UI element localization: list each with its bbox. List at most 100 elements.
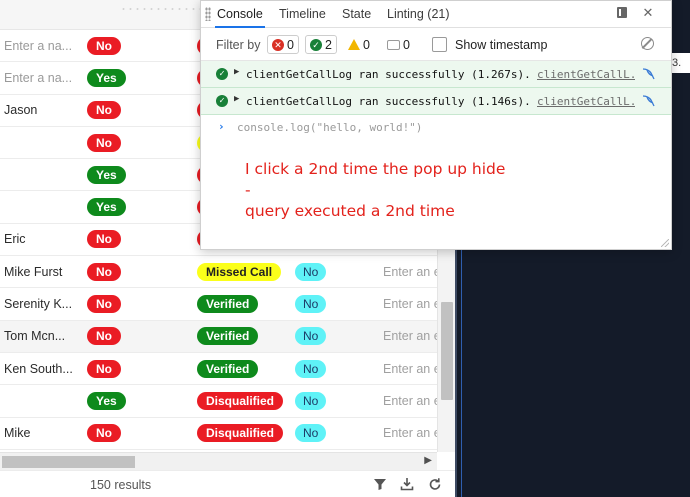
yes-no-cell[interactable]: No bbox=[87, 256, 137, 287]
status-cell[interactable]: Verified bbox=[197, 321, 287, 352]
table-row[interactable]: Mike No Disqualified No Enter an e bbox=[0, 417, 437, 450]
flag-cell[interactable]: No bbox=[295, 321, 355, 352]
yes-no-badge[interactable]: No bbox=[87, 133, 121, 152]
status-cell[interactable]: Verified bbox=[197, 353, 287, 384]
show-timestamp-checkbox[interactable] bbox=[432, 37, 447, 52]
status-badge[interactable]: Missed Call bbox=[197, 262, 282, 281]
status-badge[interactable]: Verified bbox=[197, 295, 259, 314]
yes-no-cell[interactable]: No bbox=[87, 30, 137, 61]
info-filter-button[interactable]: 0 bbox=[382, 35, 415, 54]
yes-no-badge[interactable]: No bbox=[87, 327, 121, 346]
yes-no-cell[interactable]: No bbox=[87, 224, 137, 255]
yes-no-cell[interactable]: Yes bbox=[87, 159, 137, 190]
scroll-right-arrow-icon[interactable]: ▶ bbox=[424, 455, 432, 466]
yes-no-cell[interactable]: No bbox=[87, 418, 137, 449]
extra-input[interactable]: Enter an e bbox=[383, 353, 437, 384]
yes-no-badge[interactable]: No bbox=[87, 230, 121, 249]
yes-no-cell[interactable]: Yes bbox=[87, 62, 137, 93]
yes-no-badge[interactable]: No bbox=[87, 295, 121, 314]
yes-no-badge[interactable]: No bbox=[87, 36, 121, 55]
table-row[interactable]: Tom Mcn... No Verified No Enter an e bbox=[0, 320, 437, 353]
yes-no-cell[interactable]: Yes bbox=[87, 191, 137, 222]
yes-no-cell[interactable]: No bbox=[87, 95, 137, 126]
yes-no-cell[interactable]: No bbox=[87, 353, 137, 384]
success-filter-button[interactable]: ✓ 2 bbox=[305, 35, 337, 54]
status-badge[interactable]: Disqualified bbox=[197, 424, 284, 443]
flag-badge[interactable]: No bbox=[295, 424, 327, 443]
download-icon[interactable] bbox=[400, 477, 416, 493]
flag-badge[interactable]: No bbox=[295, 359, 327, 378]
yes-no-cell[interactable]: No bbox=[87, 127, 137, 158]
filter-label: Filter by bbox=[216, 38, 261, 52]
yes-no-badge[interactable]: No bbox=[87, 424, 121, 443]
query-bird-icon[interactable] bbox=[641, 94, 657, 108]
status-cell[interactable]: Disqualified bbox=[197, 418, 287, 449]
tab-timeline[interactable]: Timeline bbox=[279, 7, 326, 21]
warning-icon bbox=[348, 39, 360, 50]
flag-badge[interactable]: No bbox=[295, 391, 327, 410]
console-input-row[interactable]: › console.log("hello, world!") bbox=[201, 115, 671, 141]
name-input[interactable]: Enter a na... bbox=[4, 30, 76, 61]
docs-icon[interactable] bbox=[615, 6, 629, 20]
expand-caret-icon[interactable]: ▶ bbox=[234, 67, 239, 77]
log-source-link[interactable]: clientGetCallL... bbox=[537, 95, 635, 108]
yes-no-badge[interactable]: Yes bbox=[87, 165, 126, 184]
query-bird-icon[interactable] bbox=[641, 67, 657, 81]
flag-cell[interactable]: No bbox=[295, 256, 355, 287]
status-badge[interactable]: Verified bbox=[197, 327, 259, 346]
extra-input[interactable]: Enter an e bbox=[383, 256, 437, 287]
table-row[interactable]: Ken South... No Verified No Enter an e bbox=[0, 352, 437, 386]
horizontal-scroll-thumb[interactable] bbox=[2, 456, 135, 468]
extra-input[interactable]: Enter an e bbox=[383, 288, 437, 319]
expand-caret-icon[interactable]: ▶ bbox=[234, 94, 239, 104]
yes-no-badge[interactable]: Yes bbox=[87, 68, 126, 87]
console-log-entry[interactable]: ✓ ▶ clientGetCallLog ran successfully (1.1… bbox=[201, 88, 671, 115]
yes-no-badge[interactable]: Yes bbox=[87, 391, 126, 410]
filter-icon[interactable] bbox=[373, 477, 389, 493]
drag-handle-icon[interactable] bbox=[205, 7, 211, 21]
annotation-text: I click a 2nd time the pop up hide - que… bbox=[245, 159, 515, 222]
table-row[interactable]: Serenity K... No Verified No Enter an e bbox=[0, 288, 437, 321]
yes-no-cell[interactable]: No bbox=[87, 321, 137, 352]
yes-no-cell[interactable]: Yes bbox=[87, 385, 137, 416]
resize-grip-icon[interactable] bbox=[661, 239, 669, 247]
debug-tab-bar: Console Timeline State Linting (21) ✕ bbox=[201, 1, 671, 28]
table-row[interactable]: Yes Disqualified No Enter an e bbox=[0, 385, 437, 418]
status-badge[interactable]: Verified bbox=[197, 359, 259, 378]
refresh-icon[interactable] bbox=[428, 477, 444, 493]
yes-no-badge[interactable]: Yes bbox=[87, 198, 126, 217]
table-row[interactable]: Mike Furst No Missed Call No Enter an e bbox=[0, 256, 437, 289]
extra-input[interactable]: Enter an e bbox=[383, 385, 437, 416]
name-input[interactable]: Enter a na... bbox=[4, 62, 76, 93]
clear-console-icon[interactable] bbox=[641, 37, 654, 50]
flag-badge[interactable]: No bbox=[295, 262, 327, 281]
log-source-link[interactable]: clientGetCallL... bbox=[537, 68, 635, 81]
tab-state[interactable]: State bbox=[342, 7, 371, 21]
yes-no-badge[interactable]: No bbox=[87, 101, 121, 120]
extra-input[interactable]: Enter an e bbox=[383, 418, 437, 449]
flag-badge[interactable]: No bbox=[295, 327, 327, 346]
warning-filter-button[interactable]: 0 bbox=[343, 35, 375, 54]
yes-no-cell[interactable]: No bbox=[87, 288, 137, 319]
flag-cell[interactable]: No bbox=[295, 288, 355, 319]
yes-no-badge[interactable]: No bbox=[87, 359, 121, 378]
error-filter-button[interactable]: ✕ 0 bbox=[267, 35, 299, 54]
flag-cell[interactable]: No bbox=[295, 353, 355, 384]
status-cell[interactable]: Disqualified bbox=[197, 385, 287, 416]
console-input[interactable]: console.log("hello, world!") bbox=[237, 121, 422, 134]
yes-no-badge[interactable]: No bbox=[87, 262, 121, 281]
extra-input[interactable]: Enter an e bbox=[383, 321, 437, 352]
flag-cell[interactable]: No bbox=[295, 385, 355, 416]
annotation-line-1: I click a 2nd time the pop up hide - bbox=[245, 160, 506, 199]
status-badge[interactable]: Disqualified bbox=[197, 391, 284, 410]
horizontal-scrollbar[interactable]: ▶ bbox=[0, 452, 437, 470]
tab-linting[interactable]: Linting (21) bbox=[387, 7, 450, 21]
status-cell[interactable]: Missed Call bbox=[197, 256, 287, 287]
console-log-entry[interactable]: ✓ ▶ clientGetCallLog ran successfully (1.2… bbox=[201, 61, 671, 88]
status-cell[interactable]: Verified bbox=[197, 288, 287, 319]
tab-console[interactable]: Console bbox=[215, 7, 265, 28]
close-icon[interactable]: ✕ bbox=[641, 6, 655, 20]
flag-cell[interactable]: No bbox=[295, 418, 355, 449]
flag-badge[interactable]: No bbox=[295, 295, 327, 314]
vertical-scroll-thumb[interactable] bbox=[441, 302, 453, 400]
